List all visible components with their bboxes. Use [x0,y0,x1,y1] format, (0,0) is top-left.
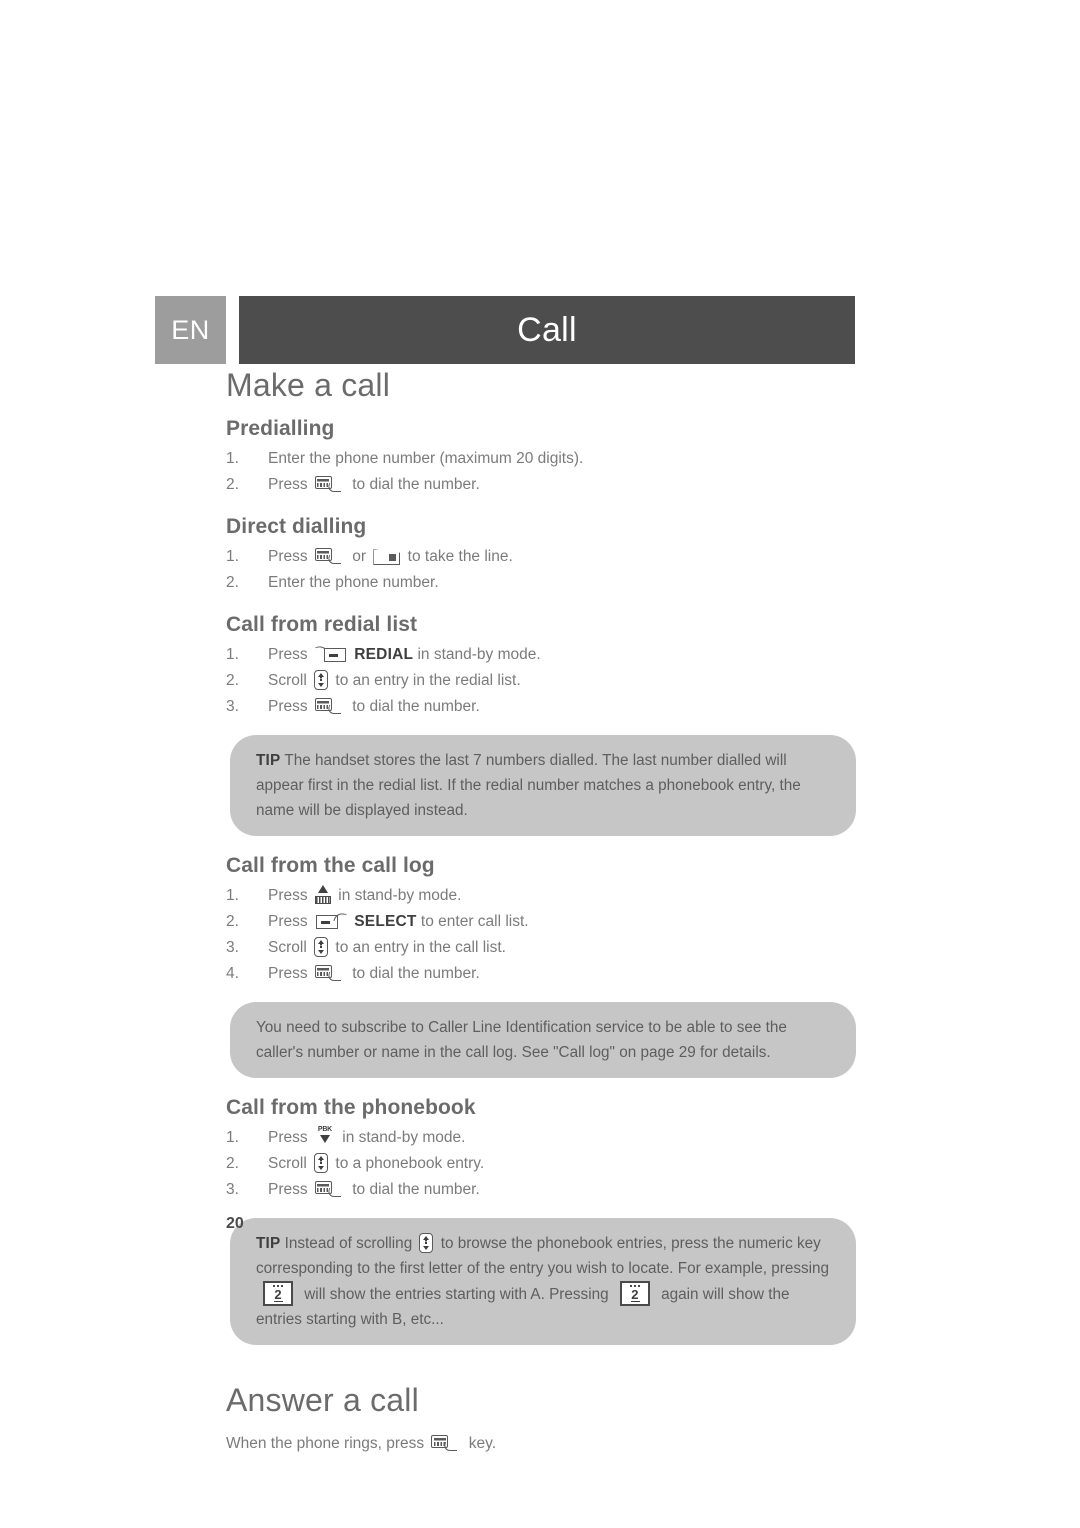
phonebook-key-icon: PBK [315,1126,335,1146]
answer-a-call-body: When the phone rings, press key. [226,1432,856,1456]
scroll-key-icon [314,1153,329,1174]
step-text: to a phonebook entry. [335,1155,485,1173]
steps-predialling: Enter the phone number (maximum 20 digit… [226,447,856,497]
language-tab: EN [155,296,226,364]
subsection-heading-call-log: Call from the call log [226,854,435,878]
step-text: to an entry in the call list. [335,939,506,957]
step-text: to dial the number. [352,1181,480,1199]
scroll-key-icon [419,1233,434,1254]
step-text: to an entry in the redial list. [335,672,521,690]
step-text: to dial the number. [352,476,480,494]
tip-text: The handset stores the last 7 numbers di… [256,752,801,820]
steps-call-log: Press in stand-by mode. Press SELECT to … [226,884,856,986]
step-text: Press [268,887,308,905]
list-item: Press to dial the number. [226,473,856,497]
step-text: Press [268,548,308,566]
list-item: Enter the phone number. [226,571,856,595]
section-title-make-a-call: Make a call [226,367,391,403]
right-softkey-icon [315,912,347,930]
list-item: Press SELECT to enter call list. [226,910,856,934]
language-tab-label: EN [171,314,210,345]
step-text: in stand-by mode. [338,887,462,905]
step-text: to dial the number. [352,965,480,983]
list-item: Press PBK in stand-by mode. [226,1126,856,1150]
step-text: Press [268,965,308,983]
section-title-answer-a-call: Answer a call [226,1382,419,1419]
note-text: You need to subscribe to Caller Line Ide… [256,1019,787,1062]
chapter-title: Call [517,310,577,349]
list-item: Press to dial the number. [226,1178,856,1202]
step-text: Scroll [268,939,307,957]
page-content: Make a call Predialling Enter the phone … [226,367,856,1456]
document-page: EN Call Make a call Predialling Enter th… [0,0,1080,1528]
tip-box-phonebook: TIP Instead of scrolling to browse the p… [230,1218,856,1346]
tip-label: TIP [256,752,281,770]
step-text: Press [268,646,308,664]
talk-key-icon [314,548,345,565]
list-item: Scroll to an entry in the redial list. [226,669,856,693]
answer-body-pre: When the phone rings, press [226,1435,425,1453]
tip-label: TIP [256,1235,281,1253]
step-text: Press [268,913,308,931]
list-item: Press or to take the line. [226,545,856,569]
step-text: Enter the phone number (maximum 20 digit… [268,450,584,468]
numeric-key-digit: 2 [274,1287,282,1303]
numeric-key-2-icon: 2 [263,1281,293,1307]
talk-key-icon [314,1181,345,1198]
scroll-key-icon [314,937,329,958]
tip-text-part1: Instead of scrolling [284,1235,413,1253]
step-text: Press [268,1129,308,1147]
page-number: 20 [226,1215,244,1232]
step-text: to enter call list. [420,913,529,931]
tip-text-part3: will show the entries starting with A. P… [304,1286,609,1304]
list-item: Scroll to a phonebook entry. [226,1152,856,1176]
chapter-header: EN Call [155,296,855,364]
talk-key-icon [314,698,345,715]
line-key-icon [373,549,401,566]
scroll-key-icon [314,670,329,691]
list-item: Press to dial the number. [226,695,856,719]
softkey-label-select: SELECT [354,913,417,931]
steps-redial-list: Press REDIAL in stand-by mode. Scroll to… [226,643,856,719]
softkey-label-redial: REDIAL [354,646,414,664]
subsection-heading-redial-list: Call from redial list [226,613,418,637]
step-text: to dial the number. [352,698,480,716]
list-item: Enter the phone number (maximum 20 digit… [226,447,856,471]
answer-body-post: key. [468,1435,497,1453]
talk-key-icon [314,476,345,493]
step-text: to take the line. [407,548,513,566]
step-text: Scroll [268,1155,307,1173]
chapter-title-bar: Call [239,296,855,364]
step-text: in stand-by mode. [417,646,541,664]
left-softkey-icon [315,645,347,663]
talk-key-icon [314,965,345,982]
step-text: in stand-by mode. [342,1129,466,1147]
list-item: Press in stand-by mode. [226,884,856,908]
step-text: Press [268,476,308,494]
step-text: Scroll [268,672,307,690]
step-text: or [352,548,367,566]
note-box-call-log: You need to subscribe to Caller Line Ide… [230,1002,856,1079]
step-text: Press [268,698,308,716]
subsection-heading-phonebook: Call from the phonebook [226,1096,476,1120]
steps-phonebook: Press PBK in stand-by mode. Scroll to a … [226,1126,856,1202]
numeric-key-2-icon: 2 [619,1281,650,1307]
steps-direct-dialling: Press or to take the line. Enter the pho… [226,545,856,595]
call-log-key-icon [314,885,331,905]
numeric-key-digit: 2 [631,1287,639,1303]
list-item: Press to dial the number. [226,962,856,986]
talk-key-icon [431,1435,461,1452]
subsection-heading-predialling: Predialling [226,417,335,441]
list-item: Press REDIAL in stand-by mode. [226,643,856,667]
tip-box-redial: TIP The handset stores the last 7 number… [230,735,856,837]
step-text: Enter the phone number. [268,574,439,592]
subsection-heading-direct-dialling: Direct dialling [226,515,367,539]
list-item: Scroll to an entry in the call list. [226,936,856,960]
step-text: Press [268,1181,308,1199]
